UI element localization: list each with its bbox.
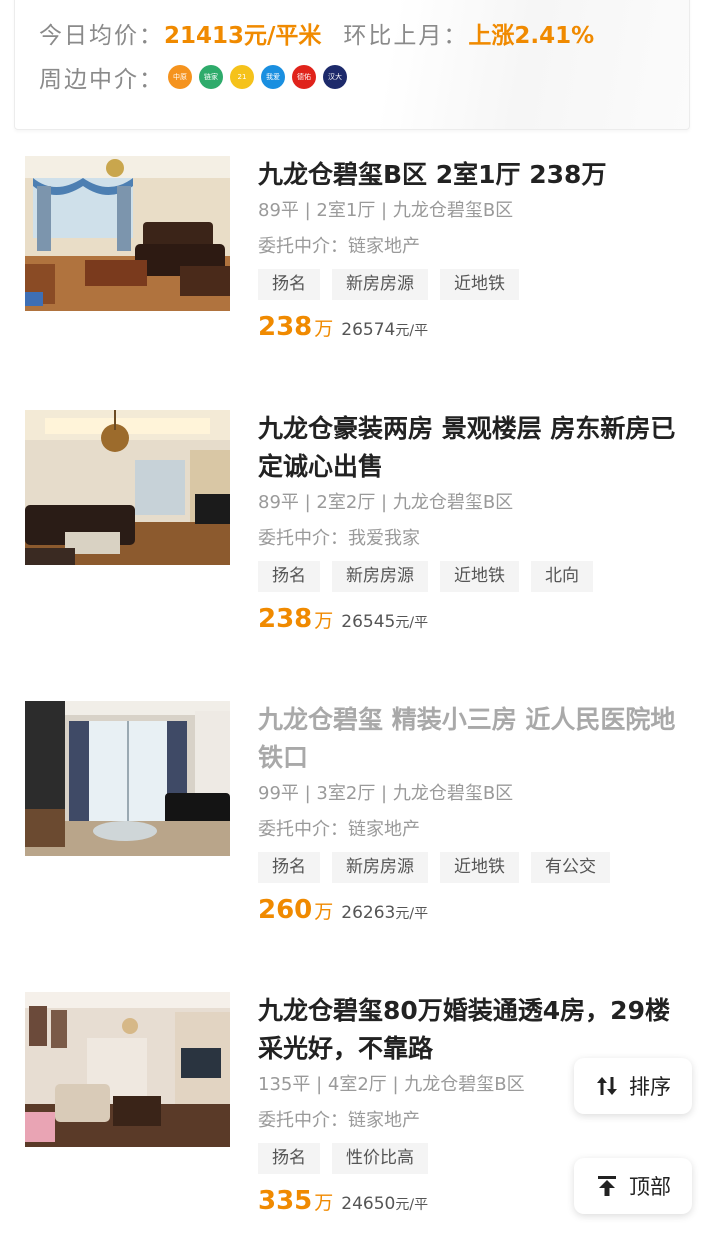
listing-tag: 近地铁 <box>440 269 519 300</box>
listing-tag: 有公交 <box>531 852 610 883</box>
total-price-unit: 万 <box>314 318 334 340</box>
unit-price: 24650 <box>341 1194 396 1214</box>
sort-icon <box>597 1077 617 1095</box>
listing-agent: 委托中介：链家地产 <box>258 819 420 840</box>
total-price: 238 <box>258 604 313 634</box>
listing-tag: 新房房源 <box>332 852 428 883</box>
listing-item[interactable]: 九龙仓豪装两房 景观楼层 房东新房已定诚心出售 89平 | 2室2厅 | 九龙仓… <box>0 410 714 650</box>
sort-button[interactable]: 排序 <box>574 1058 692 1114</box>
listing-tag: 扬名 <box>258 1143 320 1174</box>
listing-price: 238 万 26574 元/平 <box>258 312 678 342</box>
agency-logo-icon[interactable]: 我爱 <box>261 65 285 89</box>
listing-item[interactable]: 九龙仓碧玺 精装小三房 近人民医院地铁口 99平 | 3室2厅 | 九龙仓碧玺B… <box>0 701 714 941</box>
listing-tag: 新房房源 <box>332 561 428 592</box>
listing-tag: 新房房源 <box>332 269 428 300</box>
agency-logo-icon[interactable]: 中原 <box>168 65 192 89</box>
total-price: 260 <box>258 895 313 925</box>
agency-logo-icon[interactable]: 汉大 <box>323 65 347 89</box>
listing-meta: 89平 | 2室1厅 | 九龙仓碧玺B区 <box>258 200 514 221</box>
unit-price-suffix: 元/平 <box>395 615 429 631</box>
listing-price: 260 万 26263 元/平 <box>258 895 678 925</box>
listing-photo[interactable] <box>25 156 230 311</box>
total-price: 335 <box>258 1186 313 1216</box>
listing-tags: 扬名 新房房源 近地铁 <box>258 269 678 300</box>
avg-price-label: 今日均价： <box>39 23 164 49</box>
listing-photo[interactable] <box>25 410 230 565</box>
total-price: 238 <box>258 312 313 342</box>
listing-tag: 扬名 <box>258 561 320 592</box>
nearby-agencies-row: 周边中介： 中原 链家 21 我爱 德佑 汉大 <box>39 60 347 94</box>
top-label: 顶部 <box>629 1175 671 1199</box>
agency-logos: 中原 链家 21 我爱 德佑 汉大 <box>168 65 347 89</box>
listing-tag: 扬名 <box>258 269 320 300</box>
arrow-up-to-top-icon <box>598 1176 616 1196</box>
unit-price: 26574 <box>341 320 396 340</box>
total-price-unit: 万 <box>314 1192 334 1214</box>
agency-logo-icon[interactable]: 链家 <box>199 65 223 89</box>
listing-tags: 扬名 新房房源 近地铁 北向 <box>258 561 678 592</box>
mom-value: 上涨2.41% <box>468 23 595 49</box>
total-price-unit: 万 <box>314 610 334 632</box>
back-to-top-button[interactable]: 顶部 <box>574 1158 692 1214</box>
listing-meta: 89平 | 2室2厅 | 九龙仓碧玺B区 <box>258 492 514 513</box>
listing-meta: 99平 | 3室2厅 | 九龙仓碧玺B区 <box>258 783 514 804</box>
listing-tag: 近地铁 <box>440 852 519 883</box>
total-price-unit: 万 <box>314 901 334 923</box>
sort-label: 排序 <box>629 1075 671 1099</box>
price-summary-row: 今日均价： 21413元/平米 环比上月： 上涨2.41% <box>39 16 616 50</box>
avg-price-value: 21413元/平米 <box>164 23 322 49</box>
listing-title[interactable]: 九龙仓碧玺B区 2室1厅 238万 <box>258 156 678 194</box>
listing-info: 九龙仓碧玺 精装小三房 近人民医院地铁口 99平 | 3室2厅 | 九龙仓碧玺B… <box>258 701 678 925</box>
listing-tag: 扬名 <box>258 852 320 883</box>
agency-logo-icon[interactable]: 德佑 <box>292 65 316 89</box>
unit-price: 26545 <box>341 612 396 632</box>
agency-logo-icon[interactable]: 21 <box>230 65 254 89</box>
listing-photo[interactable] <box>25 701 230 856</box>
mom-label: 环比上月： <box>343 23 469 49</box>
unit-price: 26263 <box>341 903 396 923</box>
nearby-label: 周边中介： <box>39 67 164 93</box>
listing-title[interactable]: 九龙仓豪装两房 景观楼层 房东新房已定诚心出售 <box>258 410 678 486</box>
listing-info: 九龙仓豪装两房 景观楼层 房东新房已定诚心出售 89平 | 2室2厅 | 九龙仓… <box>258 410 678 634</box>
listing-agent: 委托中介：我爱我家 <box>258 528 420 549</box>
unit-price-suffix: 元/平 <box>395 323 429 339</box>
listing-price: 238 万 26545 元/平 <box>258 604 678 634</box>
listing-photo[interactable] <box>25 992 230 1147</box>
unit-price-suffix: 元/平 <box>395 1197 429 1213</box>
listing-tag: 性价比高 <box>332 1143 428 1174</box>
listing-tag: 近地铁 <box>440 561 519 592</box>
listing-agent: 委托中介：链家地产 <box>258 236 420 257</box>
price-summary-card: 今日均价： 21413元/平米 环比上月： 上涨2.41% 周边中介： 中原 链… <box>14 0 690 130</box>
listing-title[interactable]: 九龙仓碧玺80万婚装通透4房，29楼采光好，不靠路 <box>258 992 678 1068</box>
listing-tag: 北向 <box>531 561 593 592</box>
listing-info: 九龙仓碧玺B区 2室1厅 238万 89平 | 2室1厅 | 九龙仓碧玺B区 委… <box>258 156 678 342</box>
listing-item[interactable]: 九龙仓碧玺B区 2室1厅 238万 89平 | 2室1厅 | 九龙仓碧玺B区 委… <box>0 156 714 396</box>
listing-title[interactable]: 九龙仓碧玺 精装小三房 近人民医院地铁口 <box>258 701 678 777</box>
listing-tags: 扬名 新房房源 近地铁 有公交 <box>258 852 678 883</box>
unit-price-suffix: 元/平 <box>395 906 429 922</box>
